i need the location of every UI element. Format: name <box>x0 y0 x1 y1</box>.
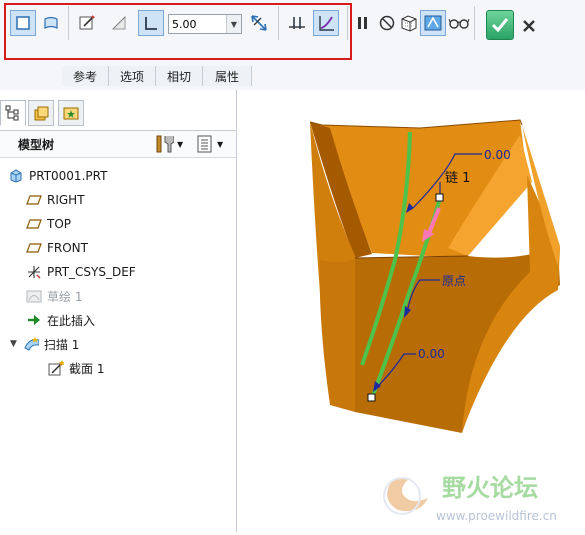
model-left-shade <box>319 258 356 412</box>
pause-button[interactable] <box>350 10 376 36</box>
pause-icon <box>358 17 367 29</box>
tree-item-sketch[interactable]: 草绘 1 <box>26 285 82 307</box>
sweep-dashboard: ▼ 参考 选项 相切 属性 <box>0 0 585 91</box>
tree-item-top[interactable]: TOP <box>26 213 71 235</box>
chevron-down-icon: ▼ <box>217 139 224 149</box>
tools-icon <box>156 135 174 153</box>
no-preview-icon <box>379 15 395 31</box>
datum-plane-icon <box>26 240 42 256</box>
insert-arrow-icon <box>26 312 42 328</box>
watermark-logo <box>383 477 428 515</box>
tree-item-csys[interactable]: PRT_CSYS_DEF <box>26 261 136 283</box>
tree-item-sweep[interactable]: ▼ 扫描 1 <box>10 333 79 355</box>
glasses-icon <box>448 18 470 29</box>
dimension-label-top[interactable]: 0.00 <box>484 148 511 162</box>
tree-item-right[interactable]: RIGHT <box>26 189 85 211</box>
model-view[interactable]: 0.00 链 1 原点 0.00 野火论坛 www.proewildfire.c… <box>237 90 585 532</box>
model-tree-tab-icon <box>5 105 19 121</box>
tab-options[interactable]: 选项 <box>109 66 156 86</box>
origin-label[interactable]: 原点 <box>442 274 466 288</box>
verify-mode-icon <box>424 15 442 31</box>
tree-item-label: 在此插入 <box>47 313 96 328</box>
tree-item-label: 扫描 1 <box>43 337 80 352</box>
datum-plane-icon <box>26 216 42 232</box>
tree-item-label: 草绘 1 <box>47 289 83 304</box>
tab-properties[interactable]: 属性 <box>203 66 252 86</box>
highlight-frame <box>4 3 352 60</box>
model-tree-tab[interactable] <box>0 100 26 126</box>
confirm-button[interactable] <box>486 10 514 40</box>
datum-plane-icon <box>26 192 42 208</box>
chain-start-handle[interactable] <box>435 193 444 202</box>
settings-button[interactable]: ▼ <box>154 134 190 154</box>
confirm-icon <box>491 18 509 33</box>
layer-tree-tab-icon <box>34 106 49 121</box>
tree-item-section[interactable]: 截面 1 <box>48 357 104 379</box>
tree-item-label: FRONT <box>47 241 88 255</box>
tree-item-label: PRT0001.PRT <box>29 169 108 183</box>
expand-arrow-icon[interactable]: ▼ <box>10 339 17 349</box>
layer-tree-tab[interactable] <box>28 100 54 126</box>
watermark-url: www.proewildfire.cn <box>436 509 557 523</box>
model-tree-title: 模型树 <box>18 138 55 152</box>
tree-item-label: 截面 1 <box>69 361 105 376</box>
tab-references[interactable]: 参考 <box>62 66 109 86</box>
tab-tangency[interactable]: 相切 <box>156 66 203 86</box>
tree-item-front[interactable]: FRONT <box>26 237 88 259</box>
separator <box>474 6 475 40</box>
tree-item-label: PRT_CSYS_DEF <box>47 265 136 279</box>
csys-icon <box>26 264 42 280</box>
geometry-preview-icon <box>401 15 417 32</box>
cancel-icon <box>523 20 535 32</box>
section-icon <box>48 360 64 376</box>
verify-mode-button[interactable] <box>420 10 446 36</box>
sketch-feature-icon <box>26 288 42 304</box>
tree-item-insert-here[interactable]: 在此插入 <box>26 309 95 331</box>
chain-label[interactable]: 链 1 <box>445 171 470 186</box>
model-tree-header: 模型树 ▼ ▼ <box>0 130 236 158</box>
geometry-preview-button[interactable] <box>396 10 422 36</box>
sweep-icon <box>23 336 39 352</box>
tree-item-part[interactable]: PRT0001.PRT <box>8 165 107 187</box>
chain-end-handle[interactable] <box>367 393 376 402</box>
tree-item-label: TOP <box>47 217 72 231</box>
dimension-label-bottom[interactable]: 0.00 <box>418 347 445 361</box>
favorites-tab-icon <box>63 107 79 120</box>
chevron-down-icon: ▼ <box>177 139 184 149</box>
watermark-title: 野火论坛 <box>442 474 538 502</box>
graphics-window[interactable]: 0.00 链 1 原点 0.00 野火论坛 www.proewildfire.c… <box>237 90 585 532</box>
part-icon <box>8 168 24 184</box>
favorites-tab[interactable] <box>58 100 84 126</box>
list-icon <box>197 135 212 153</box>
cancel-button[interactable] <box>516 13 542 39</box>
show-button[interactable]: ▼ <box>196 134 232 154</box>
tree-item-label: RIGHT <box>47 193 85 207</box>
view-preview-button[interactable] <box>446 10 472 36</box>
